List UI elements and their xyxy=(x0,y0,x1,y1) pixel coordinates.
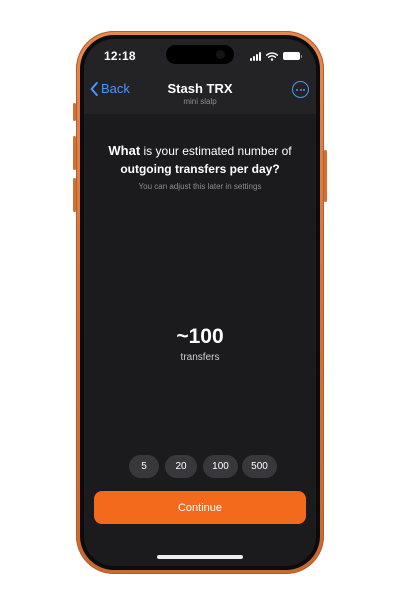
cellular-signal-icon xyxy=(250,51,261,61)
nav-subtitle: mini slalp xyxy=(183,97,217,106)
dot-icon xyxy=(295,88,298,91)
dynamic-island xyxy=(166,45,234,64)
status-icons xyxy=(250,51,302,61)
more-options-button[interactable] xyxy=(292,81,309,98)
continue-button[interactable]: Continue xyxy=(94,491,306,524)
chevron-left-icon xyxy=(90,81,98,96)
estimate-unit: transfers xyxy=(180,352,220,363)
battery-icon xyxy=(283,52,302,60)
question-heading: What is your estimated number of outgoin… xyxy=(96,142,304,178)
question-line-1: is your estimated number of xyxy=(143,144,292,158)
phone-screen: 12:18 Back Stash TRX mini slalp What is … xyxy=(84,39,316,566)
dot-icon xyxy=(303,88,306,91)
question-line-2: outgoing transfers per day? xyxy=(120,162,280,176)
dot-icon xyxy=(299,88,302,91)
preset-chip-5[interactable]: 5 xyxy=(129,455,159,478)
question-word-what: What xyxy=(108,143,141,158)
back-button[interactable]: Back xyxy=(90,81,130,96)
home-indicator xyxy=(157,555,243,559)
preset-chip-500[interactable]: 500 xyxy=(242,455,277,478)
nav-title: Stash TRX xyxy=(167,81,233,96)
wifi-icon xyxy=(266,51,278,61)
status-time: 12:18 xyxy=(104,49,136,63)
back-label: Back xyxy=(101,81,130,96)
front-camera xyxy=(216,50,225,59)
hint-text: You can adjust this later in settings xyxy=(138,182,262,191)
estimate-value: ~100 xyxy=(176,325,224,348)
preset-chips: 5 20 100 500 xyxy=(84,455,316,478)
preset-chip-100[interactable]: 100 xyxy=(203,455,238,478)
preset-chip-20[interactable]: 20 xyxy=(165,455,197,478)
power-button xyxy=(324,150,327,202)
